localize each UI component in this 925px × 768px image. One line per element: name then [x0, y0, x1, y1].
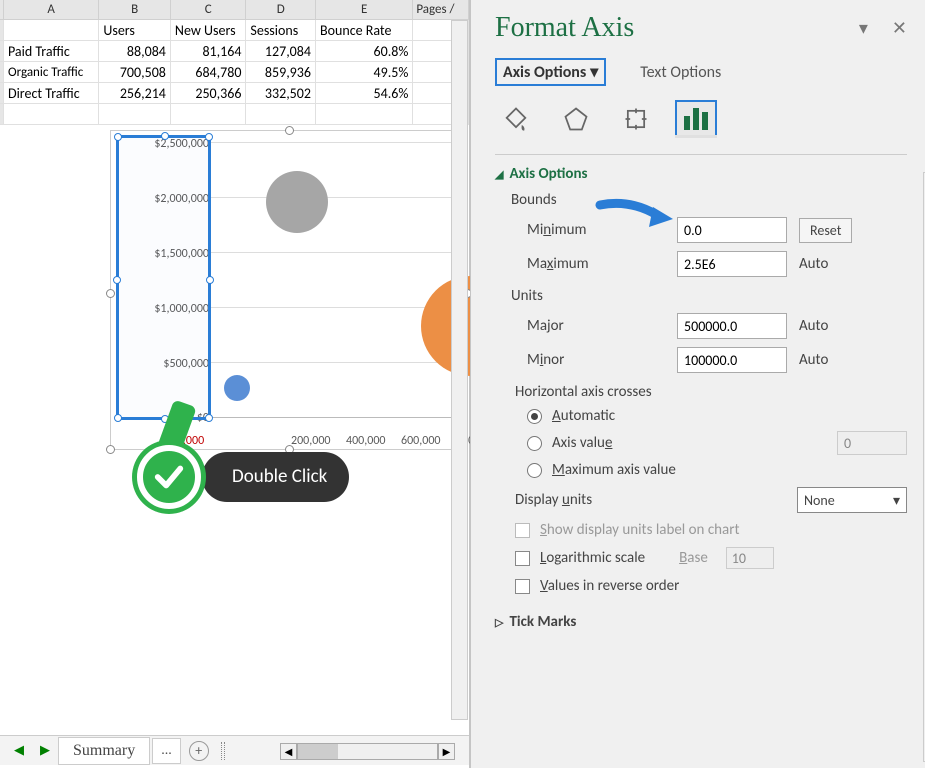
- cell[interactable]: Bounce Rate: [316, 20, 413, 40]
- input-minor[interactable]: [677, 347, 787, 373]
- checkmark-icon: [137, 445, 201, 509]
- col-header-d[interactable]: D: [246, 0, 316, 19]
- reset-button[interactable]: Reset: [799, 218, 852, 243]
- axis-options-icon[interactable]: [675, 100, 717, 138]
- label-base: Base: [679, 549, 708, 567]
- input-minimum[interactable]: [677, 217, 787, 243]
- cell[interactable]: 250,366: [171, 83, 247, 103]
- cell[interactable]: Paid Traffic: [4, 41, 99, 61]
- cell[interactable]: 60.8%: [316, 41, 413, 61]
- label-maximum: Maximum: [527, 255, 677, 273]
- auto-label: Auto: [799, 351, 828, 369]
- sheet-tab-more[interactable]: ...: [152, 738, 181, 764]
- col-header-a[interactable]: A: [4, 0, 99, 19]
- close-panel-icon[interactable]: ✕: [892, 17, 907, 39]
- col-header-f[interactable]: Pages /: [413, 0, 469, 19]
- cell[interactable]: 332,502: [246, 83, 316, 103]
- scroll-left-icon[interactable]: ◀: [280, 743, 297, 760]
- cell[interactable]: 88,084: [99, 41, 171, 61]
- add-sheet-button[interactable]: +: [189, 741, 209, 761]
- double-click-callout: Double Click: [110, 420, 380, 510]
- collapse-icon: ◢: [495, 168, 503, 181]
- radio-icon: [527, 463, 542, 478]
- auto-label: Auto: [799, 255, 828, 273]
- cell[interactable]: [4, 20, 99, 40]
- cell[interactable]: 684,780: [171, 62, 247, 82]
- chevron-down-icon: ▾: [590, 62, 598, 82]
- column-headers: A B C D E Pages /: [0, 0, 469, 20]
- scroll-right-icon[interactable]: ▶: [438, 743, 455, 760]
- cell[interactable]: New Users: [171, 20, 247, 40]
- label-major: Major: [527, 317, 677, 335]
- label-minor: Minor: [527, 351, 677, 369]
- cell[interactable]: Direct Traffic: [4, 83, 99, 103]
- auto-label: Auto: [799, 317, 828, 335]
- input-base: [726, 547, 774, 569]
- radio-icon: [527, 409, 542, 424]
- input-maximum[interactable]: [677, 251, 787, 277]
- grid-rows: Users New Users Sessions Bounce Rate Pai…: [0, 20, 469, 125]
- cell[interactable]: 127,084: [246, 41, 316, 61]
- input-major[interactable]: [677, 313, 787, 339]
- checkbox-show-du: [515, 523, 530, 538]
- select-display-units[interactable]: None▾: [797, 487, 907, 513]
- cell[interactable]: 859,936: [246, 62, 316, 82]
- radio-automatic[interactable]: Automatic: [527, 407, 907, 425]
- cell[interactable]: Organic Traffic: [4, 62, 99, 82]
- format-axis-panel: Format Axis ▾ ✕ Axis Options▾ Text Optio…: [470, 0, 925, 768]
- panel-title: Format Axis: [495, 12, 634, 44]
- label-display-units: Display units: [515, 491, 592, 509]
- cell[interactable]: Users: [99, 20, 171, 40]
- tab-nav-prev-icon[interactable]: ◀: [10, 742, 28, 760]
- cell[interactable]: 54.6%: [316, 83, 413, 103]
- tab-nav-next-icon[interactable]: ▶: [36, 742, 54, 760]
- checkbox-reverse[interactable]: [515, 579, 530, 594]
- tab-axis-options[interactable]: Axis Options▾: [495, 58, 606, 86]
- effects-icon[interactable]: [555, 100, 597, 138]
- label-reverse: Values in reverse order: [540, 577, 679, 595]
- sheet-tab-summary[interactable]: Summary: [58, 737, 150, 765]
- x-tick: 600,000: [401, 434, 441, 448]
- col-header-e[interactable]: E: [316, 0, 413, 19]
- checkbox-log[interactable]: [515, 551, 530, 566]
- horizontal-scrollbar[interactable]: ◀ ▶: [280, 742, 455, 760]
- cell[interactable]: 49.5%: [316, 62, 413, 82]
- subhead-hax-crosses: Horizontal axis crosses: [515, 383, 907, 401]
- cell[interactable]: 700,508: [99, 62, 171, 82]
- col-header-b[interactable]: B: [99, 0, 171, 19]
- expand-icon: ▷: [495, 616, 503, 629]
- input-axis-value[interactable]: [837, 431, 907, 455]
- cell[interactable]: Sessions: [246, 20, 316, 40]
- section-axis-options[interactable]: ◢ Axis Options: [495, 165, 907, 183]
- label-log: Logarithmic scale: [540, 549, 645, 567]
- radio-icon: [527, 436, 542, 451]
- cell[interactable]: 81,164: [171, 41, 247, 61]
- label-show-du: Show display units label on chart: [540, 521, 740, 539]
- panel-menu-icon[interactable]: ▾: [859, 17, 868, 39]
- subhead-units: Units: [511, 287, 907, 305]
- col-header-c[interactable]: C: [171, 0, 247, 19]
- embedded-chart[interactable]: $2,500,000 $2,000,000 $1,500,000 $1,000,…: [110, 130, 468, 450]
- subhead-bounds: Bounds: [511, 191, 907, 209]
- arrow-annotation-icon: [595, 197, 675, 231]
- size-icon[interactable]: [615, 100, 657, 138]
- cell[interactable]: 256,214: [99, 83, 171, 103]
- radio-axis-value[interactable]: Axis value: [527, 431, 907, 455]
- fill-icon[interactable]: [495, 100, 537, 138]
- bubble-direct[interactable]: [266, 171, 328, 233]
- callout-label: Double Click: [202, 452, 349, 502]
- vertical-scrollbar[interactable]: [451, 20, 468, 720]
- chevron-down-icon: ▾: [893, 492, 900, 509]
- y-axis-selection[interactable]: [116, 135, 211, 420]
- spreadsheet-area: A B C D E Pages / Users New Users Sessio…: [0, 0, 470, 768]
- tab-text-options[interactable]: Text Options: [640, 58, 721, 86]
- sheet-tabs: ◀ ▶ Summary ... + ◀ ▶: [0, 735, 469, 765]
- radio-max-axis-value[interactable]: Maximum axis value: [527, 461, 907, 479]
- bubble-paid[interactable]: [224, 375, 250, 401]
- section-tick-marks[interactable]: ▷ Tick Marks: [495, 613, 907, 631]
